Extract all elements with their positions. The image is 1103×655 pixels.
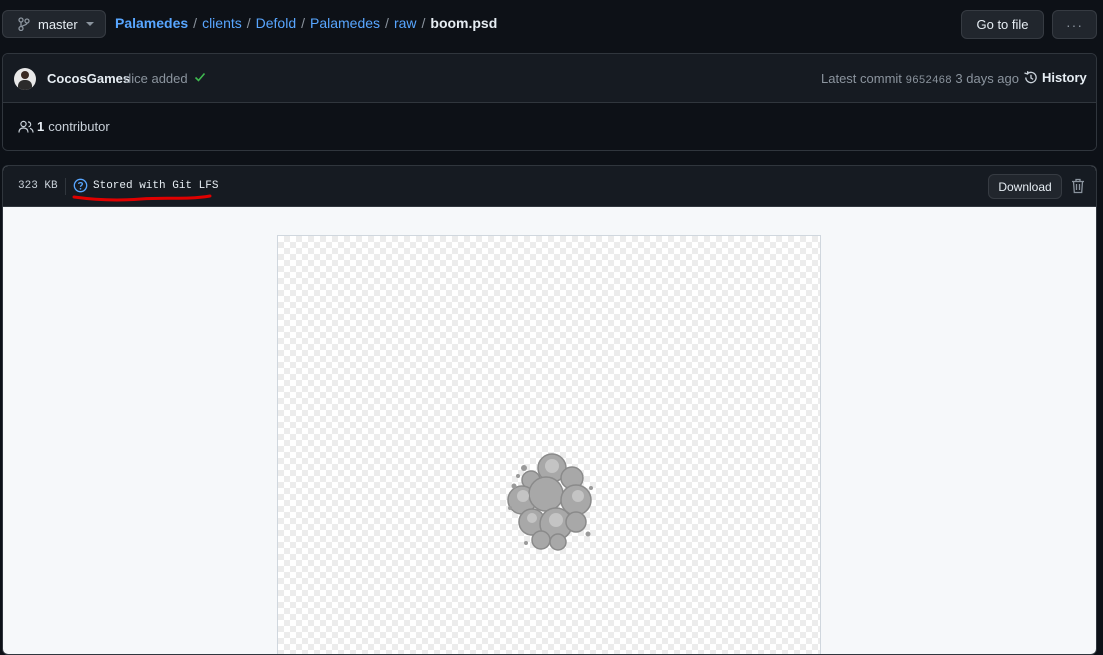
branch-label: master: [38, 16, 78, 32]
avatar[interactable]: [14, 68, 36, 90]
breadcrumb-separator: /: [385, 15, 389, 31]
check-icon[interactable]: [193, 70, 207, 84]
top-bar: master Palamedes / clients / Defold / Pa…: [0, 0, 1103, 50]
download-button[interactable]: Download: [988, 174, 1062, 199]
commit-sha[interactable]: 9652468: [906, 75, 952, 87]
contributors-link[interactable]: 1 contributor: [18, 119, 110, 134]
history-icon: [1024, 71, 1037, 84]
breadcrumb-current-file: boom.psd: [430, 15, 498, 31]
git-lfs-label: Stored with Git LFS: [93, 179, 219, 192]
git-branch-icon: [18, 17, 30, 31]
kebab-horizontal-icon: ···: [1066, 16, 1083, 33]
breadcrumb-separator: /: [301, 15, 305, 31]
git-lfs-link[interactable]: Stored with Git LFS: [73, 178, 218, 193]
latest-commit-box: CocosGames dice added Latest commit 9652…: [2, 53, 1097, 151]
file-viewer: 323 KB Stored with Git LFS Download: [2, 165, 1097, 655]
contributors-row: 1 contributor: [3, 103, 1096, 150]
go-to-file-button[interactable]: Go to file: [961, 10, 1044, 39]
breadcrumb-repo-link[interactable]: Palamedes: [115, 15, 188, 31]
commit-row: CocosGames dice added Latest commit 9652…: [3, 54, 1096, 103]
commit-author[interactable]: CocosGames: [47, 71, 130, 86]
history-label: History: [1042, 70, 1087, 85]
trash-icon[interactable]: [1071, 178, 1085, 194]
more-options-button[interactable]: ···: [1052, 10, 1097, 39]
contributor-label: contributor: [48, 119, 110, 134]
file-size: 323 KB: [18, 180, 58, 192]
breadcrumb: Palamedes / clients / Defold / Palamedes…: [115, 15, 497, 31]
breadcrumb-separator: /: [193, 15, 198, 31]
breadcrumb-link-clients[interactable]: clients: [202, 15, 242, 31]
header-divider: [65, 178, 66, 195]
breadcrumb-link-defold[interactable]: Defold: [256, 15, 296, 31]
branch-selector-button[interactable]: master: [2, 10, 106, 38]
chevron-down-icon: [85, 22, 94, 26]
commit-message[interactable]: dice added: [124, 71, 188, 86]
breadcrumb-separator: /: [246, 15, 251, 31]
smoke-cloud-image: [507, 453, 593, 551]
image-preview: [277, 235, 821, 654]
red-underline-annotation: [72, 194, 212, 202]
history-link[interactable]: History: [1023, 70, 1087, 85]
latest-commit-label: Latest commit: [821, 71, 902, 86]
file-header: 323 KB Stored with Git LFS Download: [3, 166, 1096, 207]
commit-time: 3 days ago: [955, 71, 1019, 86]
breadcrumb-link-palamedes[interactable]: Palamedes: [310, 15, 380, 31]
latest-commit-info: Latest commit 9652468 3 days ago: [821, 71, 1019, 87]
breadcrumb-link-raw[interactable]: raw: [394, 15, 417, 31]
contributor-count: 1: [37, 119, 45, 134]
breadcrumb-separator: /: [421, 15, 426, 31]
people-icon: [18, 120, 34, 133]
question-icon: [73, 178, 88, 193]
